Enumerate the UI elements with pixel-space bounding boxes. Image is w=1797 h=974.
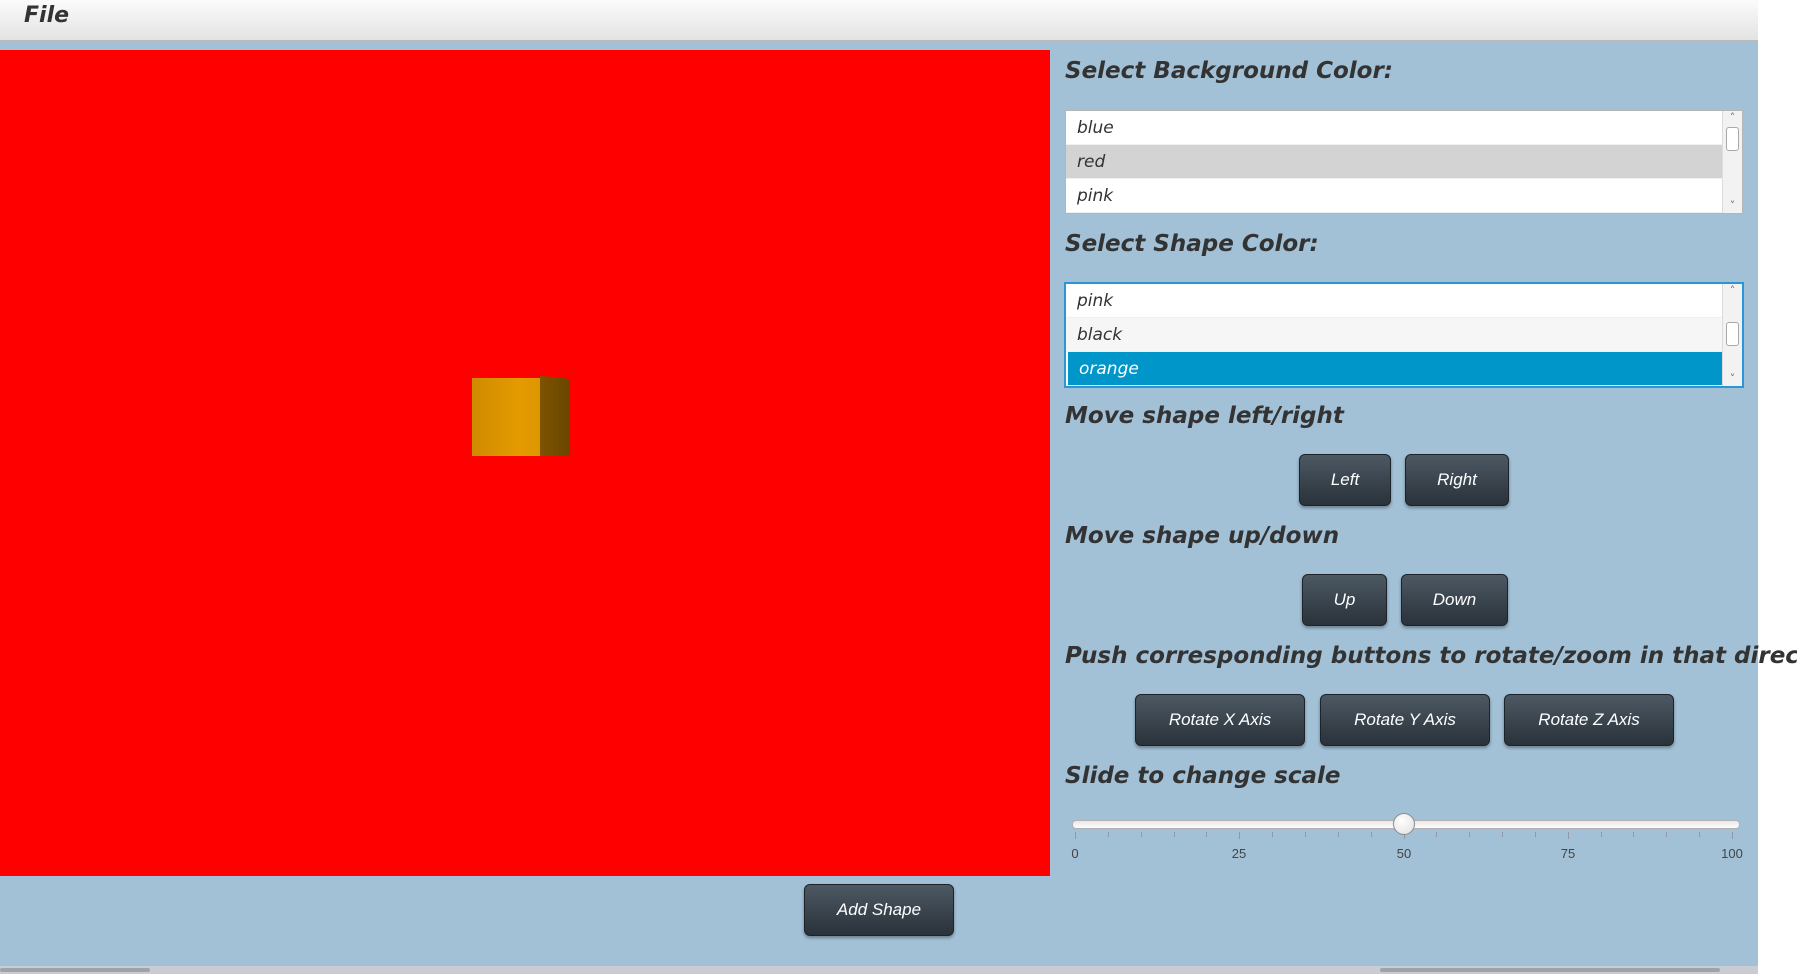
shape-color-list[interactable]: pink black orange ˄ ˅ [1064, 282, 1744, 388]
move-ud-title: Move shape up/down [1065, 523, 1340, 549]
slider-tick [1633, 832, 1635, 837]
slider-tick [1272, 832, 1274, 837]
bg-color-list[interactable]: blue red pink ˄ ˅ [1065, 110, 1743, 214]
slider-tick [1600, 832, 1602, 837]
slider-tick [1436, 832, 1438, 837]
slider-tick [1567, 832, 1569, 839]
scale-title: Slide to change scale [1065, 763, 1341, 789]
bg-color-title: Select Background Color: [1065, 58, 1393, 84]
tick-label: 0 [1071, 846, 1079, 861]
shape-list-scrollbar[interactable]: ˄ ˅ [1722, 284, 1742, 386]
tick-label: 50 [1396, 846, 1412, 861]
scroll-thumb[interactable] [0, 968, 150, 972]
left-button[interactable]: Left [1299, 454, 1391, 506]
list-item[interactable]: pink [1066, 284, 1722, 318]
cube-side-face [540, 376, 570, 456]
list-item[interactable]: pink [1066, 179, 1722, 213]
slider-tick [1370, 832, 1372, 837]
scroll-down-icon[interactable]: ˅ [1723, 372, 1742, 386]
render-canvas[interactable] [0, 50, 1050, 876]
tick-label: 75 [1560, 846, 1576, 861]
slider-tick [1337, 832, 1339, 837]
cube-shape[interactable] [472, 376, 570, 456]
tick-label: 100 [1721, 846, 1743, 861]
add-shape-button[interactable]: Add Shape [804, 884, 954, 936]
scroll-down-icon[interactable]: ˅ [1723, 199, 1742, 213]
tick-label: 25 [1231, 846, 1247, 861]
cube-front-face [472, 378, 540, 456]
rotate-z-button[interactable]: Rotate Z Axis [1504, 694, 1674, 746]
slider-tick [1666, 832, 1668, 837]
menu-file[interactable]: File [24, 3, 69, 28]
rotate-x-button[interactable]: Rotate X Axis [1135, 694, 1305, 746]
bg-list-scrollbar[interactable]: ˄ ˅ [1722, 111, 1742, 213]
scroll-thumb[interactable] [1380, 968, 1720, 972]
rotate-title: Push corresponding buttons to rotate/zoo… [1065, 643, 1797, 669]
slider-tick [1502, 832, 1504, 837]
slider-tick [1140, 832, 1142, 837]
slider-tick [1206, 832, 1208, 837]
up-button[interactable]: Up [1302, 574, 1387, 626]
list-item[interactable]: blue [1066, 111, 1722, 145]
scroll-thumb[interactable] [1726, 322, 1739, 346]
list-item-selected[interactable]: red [1066, 145, 1722, 179]
slider-tick [1075, 832, 1076, 839]
slider-tick [1107, 832, 1109, 837]
app-window: File Select Background Color: blue red p… [0, 0, 1797, 974]
slider-tick [1699, 832, 1701, 837]
shape-color-title: Select Shape Color: [1065, 231, 1319, 257]
move-lr-title: Move shape left/right [1065, 403, 1344, 429]
slider-tick [1304, 832, 1306, 837]
scroll-up-icon[interactable]: ˄ [1723, 284, 1742, 298]
menu-bar: File [0, 0, 1758, 41]
horizontal-scrollbar[interactable] [0, 966, 1758, 974]
slider-tick [1534, 832, 1536, 837]
scroll-up-icon[interactable]: ˄ [1723, 111, 1742, 125]
slider-tick [1469, 832, 1471, 837]
slider-tick [1239, 832, 1241, 839]
list-item[interactable]: black [1066, 318, 1722, 352]
scale-slider-thumb[interactable] [1392, 813, 1415, 835]
slider-tick [1173, 832, 1175, 837]
slider-tick [1732, 832, 1733, 839]
list-item-selected[interactable]: orange [1068, 352, 1722, 386]
right-button[interactable]: Right [1405, 454, 1509, 506]
down-button[interactable]: Down [1401, 574, 1508, 626]
rotate-y-button[interactable]: Rotate Y Axis [1320, 694, 1490, 746]
scroll-thumb[interactable] [1726, 127, 1739, 151]
